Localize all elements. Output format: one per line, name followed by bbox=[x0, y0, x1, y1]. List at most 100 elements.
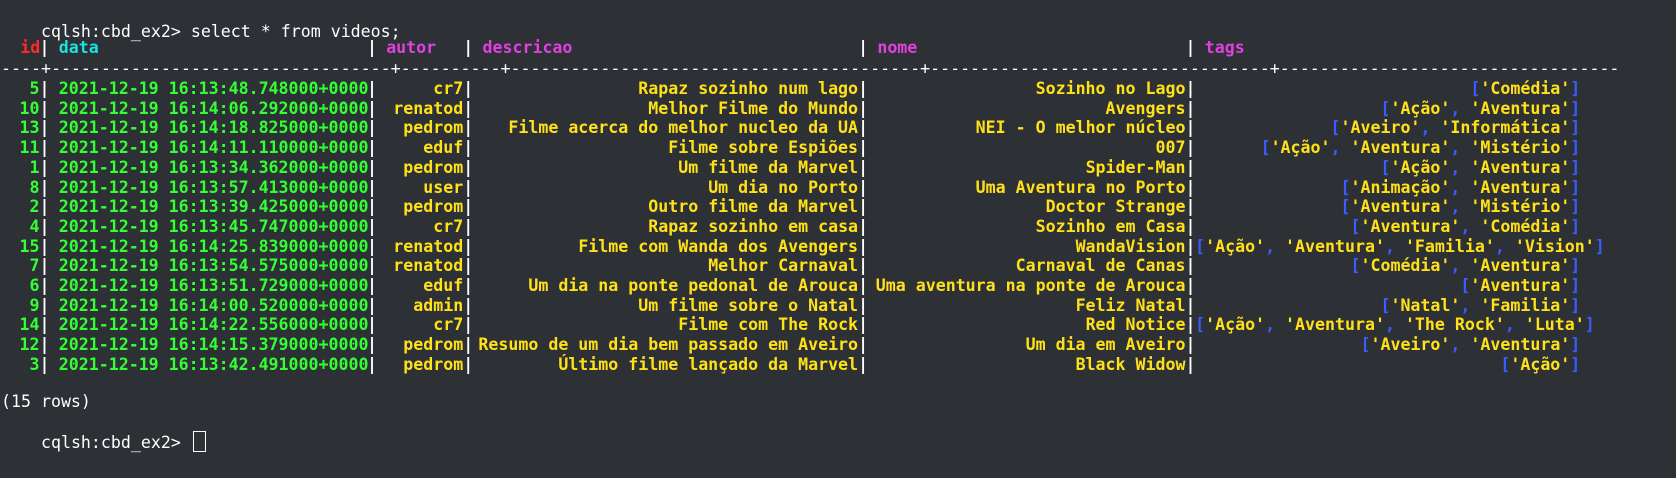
cell-autor: renatod bbox=[393, 236, 464, 256]
bracket-close: ] bbox=[1570, 197, 1581, 217]
table-row: 5 2021-12-19 16:13:48.748000+0000 cr7 Rapaz… bbox=[1, 78, 1676, 99]
tag-value: 'Aventura' bbox=[1470, 335, 1571, 355]
cell-descricao: Rapaz sozinho num lago bbox=[638, 79, 859, 98]
tag-value: 'Ação' bbox=[1205, 315, 1266, 335]
bracket-open: [ bbox=[1350, 216, 1361, 236]
column-separator: | bbox=[366, 216, 377, 236]
tag-value: 'Aveiro' bbox=[1340, 118, 1421, 138]
cell-nome: Uma aventura na ponte de Arouca bbox=[875, 276, 1186, 295]
tag-value: 'Aventura' bbox=[1470, 98, 1571, 118]
bracket-close: ] bbox=[1570, 98, 1581, 118]
cell-id: 10 bbox=[19, 98, 40, 118]
cell-descricao: Filme com The Rock bbox=[678, 315, 859, 335]
column-separator: | bbox=[463, 79, 474, 98]
tag-separator: , bbox=[1460, 295, 1481, 315]
column-separator: | bbox=[39, 138, 50, 158]
cell-id: 9 bbox=[29, 295, 40, 315]
bracket-open: [ bbox=[1330, 118, 1341, 138]
column-separator: | bbox=[463, 177, 474, 197]
cell-autor: pedrom bbox=[403, 354, 464, 374]
tag-value: 'Familia' bbox=[1480, 295, 1571, 315]
table-row: 2 2021-12-19 16:13:39.425000+0000 pedrom Ou… bbox=[1, 196, 1676, 217]
cell-id: 3 bbox=[29, 354, 40, 374]
bracket-close: ] bbox=[1570, 157, 1581, 177]
column-separator: | bbox=[858, 335, 869, 355]
table-row: 14 2021-12-19 16:14:22.556000+0000 cr7 Film… bbox=[1, 314, 1676, 335]
bracket-open: [ bbox=[1380, 157, 1391, 177]
cell-id: 4 bbox=[29, 216, 40, 236]
cell-nome: WandaVision bbox=[1075, 236, 1186, 256]
column-separator: | bbox=[366, 38, 377, 57]
column-header-tags: tags bbox=[1204, 38, 1245, 57]
cell-data: 2021-12-19 16:14:06.292000+0000 bbox=[58, 98, 369, 118]
cell-autor: eduf bbox=[423, 138, 464, 158]
column-separator: | bbox=[1185, 98, 1196, 118]
cell-nome: Uma Aventura no Porto bbox=[975, 177, 1186, 197]
tag-separator: , bbox=[1265, 315, 1286, 335]
column-separator: | bbox=[858, 177, 869, 197]
column-separator: | bbox=[39, 177, 50, 197]
tag-separator: , bbox=[1384, 236, 1405, 256]
column-separator: | bbox=[463, 276, 474, 295]
cell-tags: ['Comédia', 'Aventura'] bbox=[1195, 255, 1580, 276]
cell-id: 8 bbox=[29, 177, 40, 197]
bracket-close: ] bbox=[1570, 256, 1581, 276]
cell-data: 2021-12-19 16:13:51.729000+0000 bbox=[58, 276, 369, 295]
bracket-open: [ bbox=[1340, 177, 1351, 197]
cell-descricao: Resumo de um dia bem passado em Aveiro bbox=[478, 335, 859, 355]
table-row: 3 2021-12-19 16:13:42.491000+0000 pedrom Úl… bbox=[1, 354, 1676, 375]
table-row: 7 2021-12-19 16:13:54.575000+0000 renatod M… bbox=[1, 255, 1676, 276]
cell-id: 2 bbox=[29, 197, 40, 217]
cell-tags: ['Aveiro', 'Aventura'] bbox=[1195, 334, 1580, 355]
column-separator: | bbox=[1185, 335, 1196, 355]
column-separator: | bbox=[39, 98, 50, 118]
cell-id: 6 bbox=[29, 276, 40, 295]
tag-value: 'Aveiro' bbox=[1370, 335, 1451, 355]
cell-tags: ['Aveiro', 'Informática'] bbox=[1195, 117, 1581, 138]
input-prompt-line[interactable]: cqlsh:cbd_ex2> bbox=[1, 410, 206, 452]
bracket-open: [ bbox=[1195, 236, 1206, 256]
bracket-open: [ bbox=[1350, 256, 1361, 276]
column-separator: | bbox=[366, 236, 377, 256]
cell-tags: ['Animação', 'Aventura'] bbox=[1195, 177, 1581, 198]
tag-separator: , bbox=[1460, 216, 1481, 236]
cell-id: 14 bbox=[19, 315, 40, 335]
cell-nome: Doctor Strange bbox=[1045, 197, 1186, 217]
cell-id: 7 bbox=[29, 256, 40, 276]
column-separator: | bbox=[463, 256, 474, 276]
tag-value: 'Familia' bbox=[1404, 236, 1495, 256]
column-separator: | bbox=[463, 354, 474, 374]
tag-value: 'Aventura' bbox=[1360, 216, 1461, 236]
table-row: 13 2021-12-19 16:14:18.825000+0000 pedrom F… bbox=[1, 117, 1676, 138]
column-separator: | bbox=[858, 315, 869, 335]
cell-id: 11 bbox=[19, 138, 40, 158]
tag-value: 'Ação' bbox=[1205, 236, 1266, 256]
cell-nome: NEI - O melhor núcleo bbox=[975, 118, 1186, 138]
tag-value: 'Comédia' bbox=[1360, 256, 1451, 276]
cell-nome: Red Notice bbox=[1085, 315, 1186, 335]
tag-value: 'Vision' bbox=[1514, 236, 1595, 256]
bracket-open: [ bbox=[1380, 98, 1391, 118]
tag-separator: , bbox=[1450, 157, 1471, 177]
cell-descricao: Último filme lançado da Marvel bbox=[558, 354, 859, 374]
tag-value: 'Luta' bbox=[1524, 315, 1585, 335]
column-separator: | bbox=[1185, 38, 1196, 57]
column-separator: | bbox=[463, 38, 474, 57]
tag-value: 'Comédia' bbox=[1480, 216, 1571, 236]
column-separator: | bbox=[1185, 177, 1196, 197]
cell-autor: renatod bbox=[393, 98, 464, 118]
cell-tags: ['Comédia'] bbox=[1195, 78, 1580, 99]
cell-nome: Sozinho em Casa bbox=[1035, 216, 1186, 236]
column-separator: | bbox=[1185, 295, 1196, 315]
table-row: 9 2021-12-19 16:14:00.520000+0000 admin Um … bbox=[1, 295, 1676, 316]
column-header-data: data bbox=[58, 38, 99, 57]
cell-autor: pedrom bbox=[403, 157, 464, 177]
tag-value: 'Mistério' bbox=[1470, 138, 1571, 158]
column-separator: | bbox=[366, 118, 377, 138]
cell-data: 2021-12-19 16:13:57.413000+0000 bbox=[58, 177, 369, 197]
column-separator: | bbox=[366, 79, 377, 98]
table-header: id data autor descricao nome tags | | | | | bbox=[1, 37, 1676, 58]
cell-descricao: Melhor Filme do Mundo bbox=[648, 98, 859, 118]
tag-value: 'The Rock' bbox=[1404, 315, 1505, 335]
terminal-window[interactable]: cqlsh:cbd_ex2> select * from videos; id d… bbox=[1, 0, 1676, 478]
